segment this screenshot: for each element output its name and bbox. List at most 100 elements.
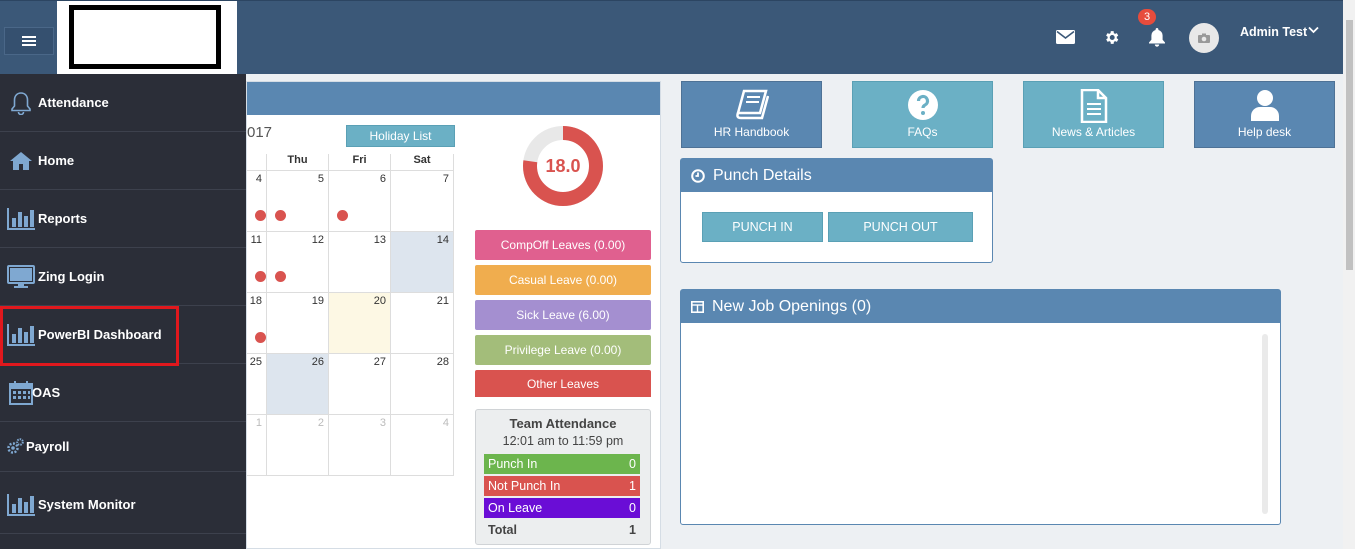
row-value: 0 bbox=[629, 457, 636, 471]
logo-placeholder bbox=[69, 5, 221, 69]
event-dot[interactable] bbox=[275, 271, 286, 282]
notification-badge: 3 bbox=[1138, 9, 1156, 25]
sidebar-item-system-monitor[interactable]: System Monitor bbox=[0, 476, 246, 534]
sidebar-item-label: Home bbox=[38, 153, 75, 168]
sidebar-item-oas[interactable]: OAS bbox=[0, 364, 246, 422]
bar-chart-icon bbox=[4, 493, 38, 516]
news-articles-tile[interactable]: News & Articles bbox=[1023, 81, 1164, 148]
faqs-tile[interactable]: FAQs bbox=[852, 81, 993, 148]
sidebar-item-zing-login[interactable]: Zing Login bbox=[0, 248, 246, 306]
menu-toggle-button[interactable] bbox=[4, 27, 54, 55]
punch-in-button[interactable]: PUNCH IN bbox=[702, 212, 823, 242]
highlight-box bbox=[0, 306, 179, 366]
gear-icon[interactable] bbox=[1099, 25, 1123, 49]
team-attendance-box: Team Attendance 12:01 am to 11:59 pm Pun… bbox=[475, 409, 651, 545]
avatar[interactable] bbox=[1189, 23, 1219, 53]
sidebar-item-label: Zing Login bbox=[38, 269, 105, 284]
job-openings-panel: New Job Openings (0) bbox=[680, 289, 1281, 525]
event-dot[interactable] bbox=[255, 210, 266, 221]
user-icon bbox=[1195, 89, 1334, 121]
mail-icon[interactable] bbox=[1053, 25, 1077, 49]
calendar-day[interactable]: 26 bbox=[267, 354, 329, 415]
calendar-day[interactable]: 19 bbox=[267, 293, 329, 354]
holiday-list-button[interactable]: Holiday List bbox=[346, 125, 455, 147]
tile-label: News & Articles bbox=[1051, 125, 1136, 139]
leave-button[interactable]: Privilege Leave (0.00) bbox=[475, 335, 651, 365]
calendar-day[interactable]: 21 bbox=[391, 293, 454, 354]
panel-title: Punch Details bbox=[713, 166, 812, 184]
event-dot[interactable] bbox=[275, 210, 286, 221]
home-icon bbox=[4, 151, 38, 171]
leave-button[interactable]: Sick Leave (6.00) bbox=[475, 300, 651, 330]
calendar-day[interactable]: 11 bbox=[247, 232, 267, 293]
bar-chart-icon bbox=[4, 207, 38, 230]
chevron-down-icon[interactable] bbox=[1308, 26, 1319, 37]
panel-header: Punch Details bbox=[681, 159, 992, 192]
help-desk-tile[interactable]: Help desk bbox=[1194, 81, 1335, 148]
bell-icon bbox=[4, 91, 38, 115]
page-scrollbar-thumb[interactable] bbox=[1346, 20, 1353, 270]
calendar-day[interactable]: 3 bbox=[329, 415, 391, 476]
calendar-day[interactable]: 25 bbox=[247, 354, 267, 415]
calendar-day[interactable]: 13 bbox=[329, 232, 391, 293]
calendar-day[interactable]: 6 bbox=[329, 171, 391, 232]
tile-label: HR Handbook bbox=[713, 125, 790, 139]
team-attendance-title: Team Attendance bbox=[509, 416, 617, 431]
camera-icon bbox=[1198, 33, 1210, 43]
table-icon bbox=[691, 300, 704, 313]
top-navbar: 3 Admin Test bbox=[0, 0, 1355, 75]
team-attendance-row[interactable]: Punch In 0 bbox=[484, 454, 640, 474]
sidebar-item-attendance[interactable]: Attendance bbox=[0, 74, 246, 132]
bell-icon[interactable] bbox=[1145, 25, 1169, 49]
leave-button[interactable]: Casual Leave (0.00) bbox=[475, 265, 651, 295]
calendar-day[interactable]: 14 bbox=[391, 232, 454, 293]
hr-handbook-tile[interactable]: HR Handbook bbox=[681, 81, 822, 148]
calendar-day[interactable]: 12 bbox=[267, 232, 329, 293]
sidebar-item-label: System Monitor bbox=[38, 497, 136, 512]
calendar-year: 017 bbox=[247, 124, 273, 141]
hamburger-icon bbox=[22, 36, 36, 46]
monitor-icon bbox=[4, 264, 38, 289]
calendar-day[interactable]: 2 bbox=[267, 415, 329, 476]
team-attendance-row[interactable]: On Leave 0 bbox=[484, 498, 640, 518]
cogs-icon bbox=[4, 437, 26, 456]
row-value: 0 bbox=[629, 501, 636, 515]
event-dot[interactable] bbox=[337, 210, 348, 221]
calendar-day[interactable]: 1 bbox=[247, 415, 267, 476]
calendar-day[interactable]: 20 bbox=[329, 293, 391, 354]
tile-label: FAQs bbox=[907, 125, 938, 139]
event-dot[interactable] bbox=[255, 271, 266, 282]
clock-icon bbox=[691, 168, 705, 183]
calendar-panel: 017 Holiday List Thu Fri Sat 4 5 6 7 11 12 13 1… bbox=[246, 81, 661, 549]
logo-area[interactable] bbox=[57, 1, 237, 75]
leave-button[interactable]: CompOff Leaves (0.00) bbox=[475, 230, 651, 260]
panel-header bbox=[247, 82, 660, 115]
day-name: Fri bbox=[329, 154, 391, 171]
team-attendance-row[interactable]: Total 1 bbox=[484, 520, 640, 540]
calendar-day[interactable]: 4 bbox=[391, 415, 454, 476]
question-icon bbox=[853, 89, 992, 121]
event-dot[interactable] bbox=[255, 332, 266, 343]
row-label: On Leave bbox=[488, 501, 543, 515]
day-name bbox=[247, 154, 267, 171]
punch-out-button[interactable]: PUNCH OUT bbox=[828, 212, 973, 242]
sidebar-item-payroll[interactable]: Payroll bbox=[0, 422, 246, 472]
calendar-day[interactable]: 18 bbox=[247, 293, 267, 354]
sidebar-item-label: Payroll bbox=[26, 439, 70, 454]
calendar-day[interactable]: 27 bbox=[329, 354, 391, 415]
leave-balance-donut: 18.0 bbox=[523, 126, 603, 206]
leave-button[interactable]: Other Leaves bbox=[475, 370, 651, 400]
calendar-day[interactable]: 4 bbox=[247, 171, 267, 232]
calendar-day[interactable]: 5 bbox=[267, 171, 329, 232]
calendar-day[interactable]: 7 bbox=[391, 171, 454, 232]
sidebar-item-label: OAS bbox=[32, 385, 61, 400]
sidebar-item-reports[interactable]: Reports bbox=[0, 190, 246, 248]
calendar-day[interactable]: 28 bbox=[391, 354, 454, 415]
team-attendance-row[interactable]: Not Punch In 1 bbox=[484, 476, 640, 496]
sidebar-item-home[interactable]: Home bbox=[0, 132, 246, 190]
document-icon bbox=[1024, 89, 1163, 123]
user-name[interactable]: Admin Test bbox=[1240, 25, 1307, 39]
panel-header: New Job Openings (0) bbox=[681, 290, 1280, 323]
day-name: Thu bbox=[267, 154, 329, 171]
job-openings-scrollbar[interactable] bbox=[1262, 334, 1268, 514]
